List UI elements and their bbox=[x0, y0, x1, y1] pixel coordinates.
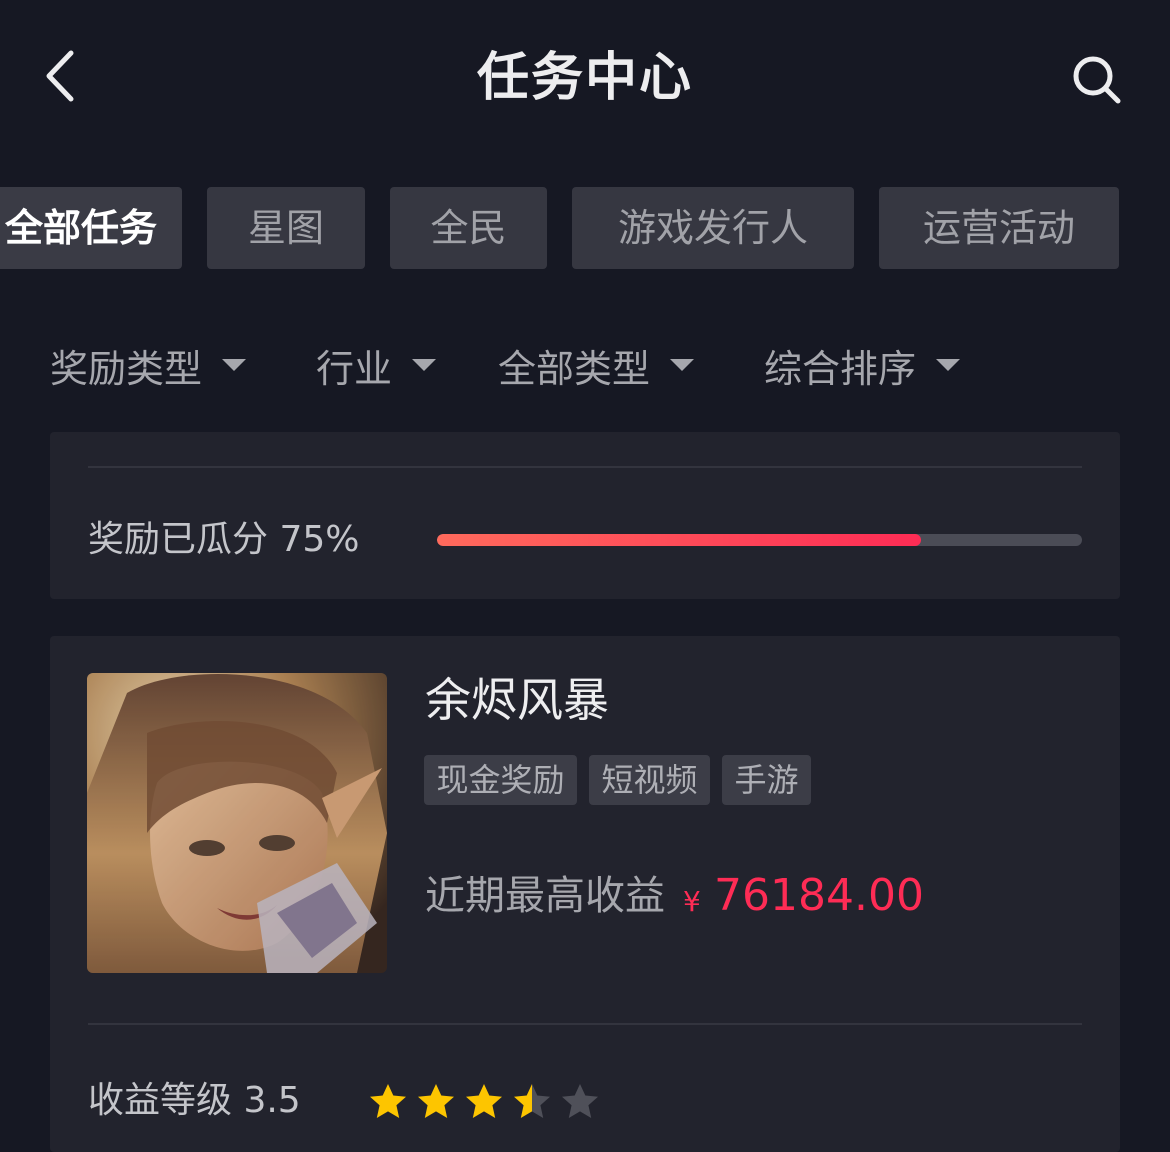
caret-down-icon bbox=[222, 359, 247, 371]
filter-sort[interactable]: 综合排序 bbox=[764, 330, 961, 400]
star-icon bbox=[418, 1084, 454, 1118]
category-tabs: 全部任务 星图 全民 游戏发行人 运营活动 bbox=[0, 187, 1170, 269]
income-value: 76184.00 bbox=[714, 870, 924, 921]
filter-label: 全部类型 bbox=[498, 346, 651, 391]
filter-label: 奖励类型 bbox=[50, 346, 203, 391]
tag-cash-reward: 现金奖励 bbox=[424, 755, 577, 805]
income-level-label: 收益等级 3.5 bbox=[88, 1080, 301, 1121]
star-icon bbox=[514, 1084, 550, 1118]
reward-progress-bar bbox=[437, 534, 1082, 546]
search-icon bbox=[1073, 56, 1121, 104]
tab-operations[interactable]: 运营活动 bbox=[879, 187, 1119, 269]
filter-reward-type[interactable]: 奖励类型 bbox=[50, 330, 247, 400]
tab-star-map[interactable]: 星图 bbox=[207, 187, 365, 269]
caret-down-icon bbox=[936, 359, 961, 371]
currency-symbol: ¥ bbox=[683, 885, 701, 918]
tab-game-publisher[interactable]: 游戏发行人 bbox=[572, 187, 854, 269]
page-title: 任务中心 bbox=[476, 48, 693, 108]
star-icon bbox=[562, 1084, 598, 1118]
filter-bar: 奖励类型 行业 全部类型 综合排序 bbox=[0, 330, 1170, 400]
filter-label: 行业 bbox=[316, 346, 393, 391]
tab-all-tasks[interactable]: 全部任务 bbox=[0, 187, 182, 269]
caret-down-icon bbox=[670, 359, 695, 371]
filter-industry[interactable]: 行业 bbox=[316, 330, 437, 400]
task-card[interactable]: 余烬风暴 现金奖励 短视频 手游 近期最高收益 ¥ 76184.00 收益等级 … bbox=[50, 636, 1120, 1152]
filter-all-types[interactable]: 全部类型 bbox=[498, 330, 695, 400]
reward-progress-fill bbox=[437, 534, 921, 546]
star-icon bbox=[370, 1084, 406, 1118]
filter-label: 综合排序 bbox=[764, 346, 917, 391]
reward-progress-card[interactable]: 奖励已瓜分 75% bbox=[50, 432, 1120, 599]
top-nav-bar: 任务中心 bbox=[0, 0, 1170, 160]
divider bbox=[88, 466, 1082, 468]
game-cover-image bbox=[87, 673, 387, 973]
tag-short-video: 短视频 bbox=[589, 755, 710, 805]
tag-mobile-game: 手游 bbox=[722, 755, 811, 805]
search-button[interactable] bbox=[1062, 48, 1132, 112]
divider bbox=[88, 1023, 1082, 1025]
caret-down-icon bbox=[412, 359, 437, 371]
game-title: 余烬风暴 bbox=[425, 673, 609, 727]
star-icon bbox=[466, 1084, 502, 1118]
reward-progress-label: 奖励已瓜分 75% bbox=[88, 519, 360, 560]
tab-all-people[interactable]: 全民 bbox=[390, 187, 547, 269]
income-label: 近期最高收益 bbox=[425, 873, 665, 919]
